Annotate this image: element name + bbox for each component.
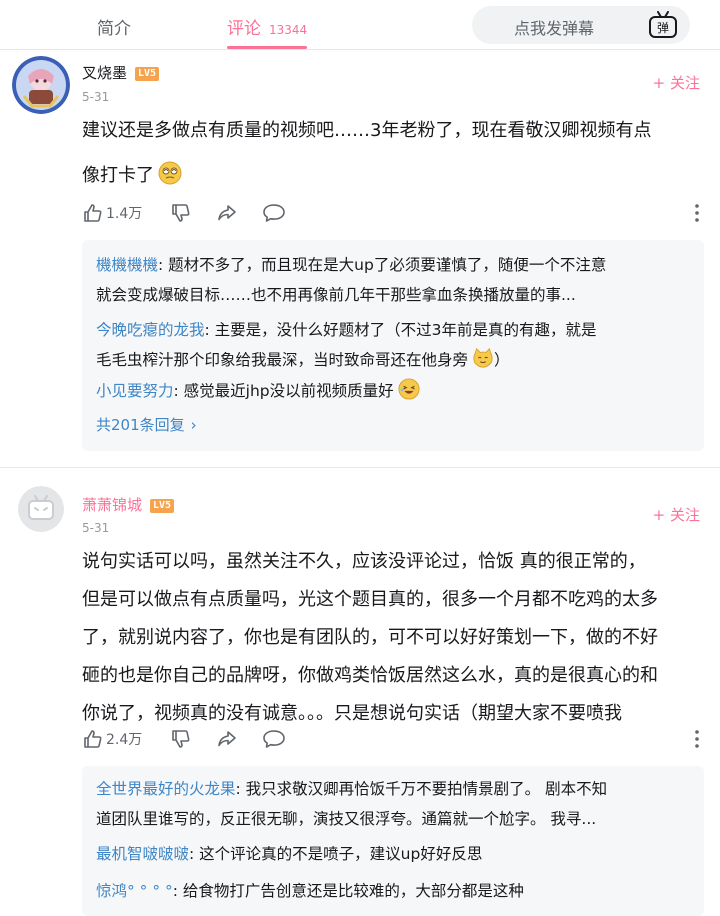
comment-date: 5-31 xyxy=(82,521,110,535)
reply-text: 就会变成爆破目标……也不用再像前几年干那些拿血条换播放量的事... xyxy=(96,286,576,304)
tab-bar: 简介 评论 13344 点我发弹幕 弹 xyxy=(0,0,720,50)
username-text: 萧萧锦城 xyxy=(82,496,143,514)
active-tab-indicator xyxy=(227,46,307,49)
reply-username[interactable]: 惊鸿° ° ° ° xyxy=(96,882,173,900)
reply-text: : 主要是，没什么好题材了（不过3年前是真的有趣，就是 xyxy=(204,321,597,339)
danmaku-placeholder: 点我发弹幕 xyxy=(514,19,595,38)
more-options-icon[interactable] xyxy=(692,201,702,225)
avatar[interactable] xyxy=(12,56,70,114)
reply-text: 道团队里谁写的，反正很无聊，演技又很浮夸。通篇就一个尬字。 我寻... xyxy=(96,810,597,828)
reply-username[interactable]: 最机智啵啵啵 xyxy=(96,845,189,863)
reply-text: : 给食物打广告创意还是比较难的，大部分都是这种 xyxy=(172,882,524,900)
comment-count: 13344 xyxy=(269,23,308,37)
comment-bubble-icon xyxy=(263,204,285,222)
reply-text: : 感觉最近jhp没以前视频质量好 xyxy=(173,382,394,400)
laughing-emoji-icon xyxy=(398,378,420,400)
comment-actions: 1.4万 xyxy=(82,201,702,225)
comment-divider xyxy=(0,467,720,468)
share-icon xyxy=(218,731,236,747)
dislike-button[interactable] xyxy=(170,201,192,225)
reply-username[interactable]: 全世界最好的火龙果 xyxy=(96,780,236,798)
reply-item[interactable]: 最机智啵啵啵: 这个评论真的不是喷子，建议up好好反思 xyxy=(96,839,696,869)
comment-text-line: 但是可以做点有点质量吗，光这个题目真的，很多一个月都不吃鸡的太多 xyxy=(82,589,658,610)
comment-text-line: 了，就别说内容了，你也是有团队的，可不可以好好策划一下，做的不好 xyxy=(82,627,658,648)
reply-item[interactable]: 全世界最好的火龙果: 我只求敬汉卿再恰饭千万不要拍情景剧了。 剧本不知 道团队里… xyxy=(96,774,696,834)
dizzy-face-emoji-icon xyxy=(158,161,182,185)
tab-intro[interactable]: 简介 xyxy=(97,14,131,39)
reply-preview-panel: 全世界最好的火龙果: 我只求敬汉卿再恰饭千万不要拍情景剧了。 剧本不知 道团队里… xyxy=(82,766,704,916)
reply-button[interactable] xyxy=(262,201,286,225)
more-options-icon[interactable] xyxy=(692,727,702,751)
comment-content: 说句实话可以吗，虽然关注不久，应该没评论过，恰饭 真的很正常的， 但是可以做点有… xyxy=(82,543,704,733)
danmaku-icon[interactable]: 弹 xyxy=(648,11,678,39)
danmaku-input[interactable]: 点我发弹幕 弹 xyxy=(472,6,690,44)
thumbs-up-icon xyxy=(84,204,102,222)
comment-content: 建议还是多做点有质量的视频吧……3年老粉了，现在看敬汉卿视频有点 像打卡了 xyxy=(82,112,704,195)
view-all-replies-link[interactable]: 共201条回复 › xyxy=(96,414,197,435)
tab-comments-label: 评论 xyxy=(227,19,261,39)
follow-button[interactable]: + 关注 xyxy=(653,72,700,93)
reply-button[interactable] xyxy=(262,727,286,751)
reply-item[interactable]: 今晚吃瘪的龙我: 主要是，没什么好题材了（不过3年前是真的有趣，就是 毛毛虫榨汁… xyxy=(96,315,696,375)
level-badge: LV5 xyxy=(135,67,160,81)
dislike-button[interactable] xyxy=(170,727,192,751)
like-count: 2.4万 xyxy=(106,732,143,748)
reply-text: ） xyxy=(494,351,510,369)
comment-text-line: 说句实话可以吗，虽然关注不久，应该没评论过，恰饭 真的很正常的， xyxy=(82,551,646,572)
reply-preview-panel: 機機機機: 题材不多了，而且现在是大up了必须要谨慎了，随便一个不注意 就会变成… xyxy=(82,240,704,451)
reply-text: : 这个评论真的不是喷子，建议up好好反思 xyxy=(189,845,483,863)
reply-item[interactable]: 小见要努力: 感觉最近jhp没以前视频质量好 xyxy=(96,376,696,406)
reply-username[interactable]: 今晚吃瘪的龙我 xyxy=(96,321,205,339)
cat-face-emoji-icon xyxy=(473,347,493,368)
comment-actions: 2.4万 xyxy=(82,727,702,751)
username-text: 叉烧墨 xyxy=(82,64,128,82)
comment-bubble-icon xyxy=(263,730,285,748)
view-all-replies-label: 共201条回复 xyxy=(96,416,185,434)
comment-text-line: 建议还是多做点有质量的视频吧……3年老粉了，现在看敬汉卿视频有点 xyxy=(82,120,652,141)
reply-item[interactable]: 惊鸿° ° ° °: 给食物打广告创意还是比较难的，大部分都是这种 xyxy=(96,876,696,906)
chevron-right-icon: › xyxy=(190,416,197,434)
level-badge: LV5 xyxy=(150,499,175,513)
thumbs-down-icon xyxy=(172,730,190,748)
like-count: 1.4万 xyxy=(106,206,143,222)
share-icon xyxy=(218,205,236,221)
thumbs-up-icon xyxy=(84,730,102,748)
reply-text: : 题材不多了，而且现在是大up了必须要谨慎了，随便一个不注意 xyxy=(158,256,607,274)
avatar[interactable] xyxy=(18,486,64,532)
share-button[interactable] xyxy=(216,201,238,225)
like-button[interactable]: 1.4万 xyxy=(82,201,142,225)
tab-comments[interactable]: 评论 13344 xyxy=(227,14,307,39)
reply-item[interactable]: 機機機機: 题材不多了，而且现在是大up了必须要谨慎了，随便一个不注意 就会变成… xyxy=(96,250,696,310)
comment-text-line: 像打卡了 xyxy=(82,165,154,186)
like-button[interactable]: 2.4万 xyxy=(82,727,142,751)
comment-date: 5-31 xyxy=(82,90,110,104)
username[interactable]: 叉烧墨 LV5 xyxy=(82,62,160,83)
reply-username[interactable]: 小见要努力 xyxy=(96,382,174,400)
reply-username[interactable]: 機機機機 xyxy=(96,256,158,274)
follow-button[interactable]: + 关注 xyxy=(653,504,700,525)
share-button[interactable] xyxy=(216,727,238,751)
username[interactable]: 萧萧锦城 LV5 xyxy=(82,494,175,515)
svg-text:弹: 弹 xyxy=(657,21,669,35)
reply-text: 毛毛虫榨汁那个印象给我最深，当时致命哥还在他身旁 xyxy=(96,351,469,369)
comment-text-line: 砸的也是你自己的品牌呀，你做鸡类恰饭居然这么水，真的是很真心的和 xyxy=(82,665,658,686)
thumbs-down-icon xyxy=(172,204,190,222)
reply-text: : 我只求敬汉卿再恰饭千万不要拍情景剧了。 剧本不知 xyxy=(235,780,608,798)
